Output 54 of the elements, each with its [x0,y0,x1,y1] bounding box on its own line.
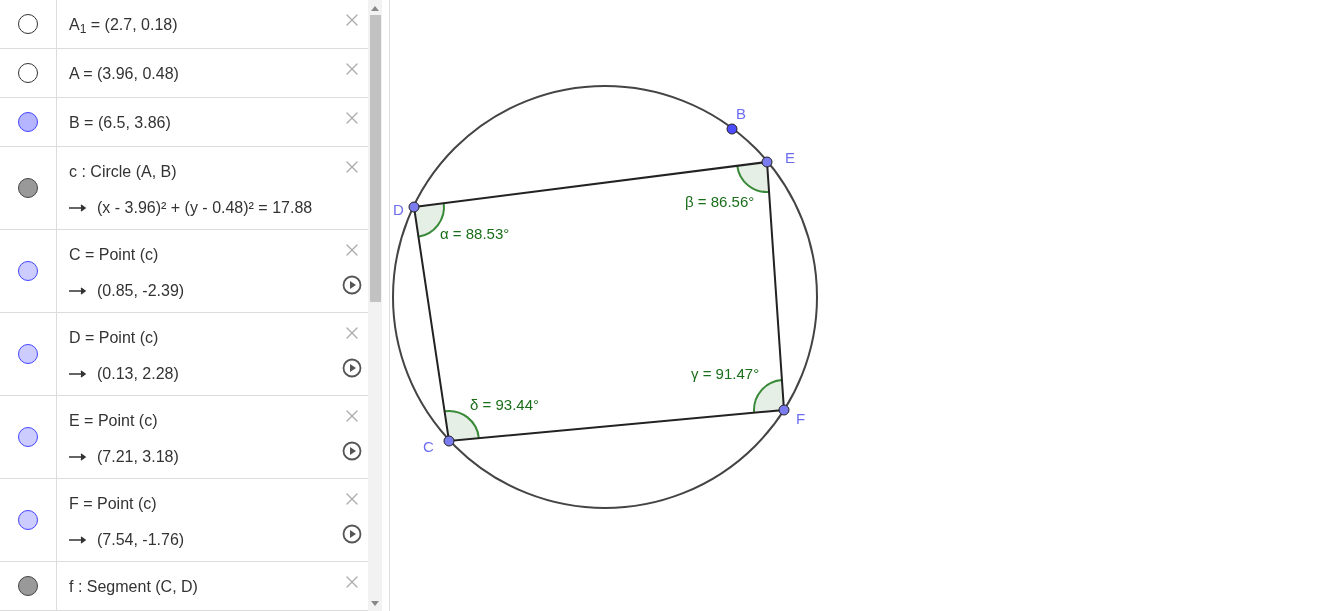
arrow-icon [69,204,87,212]
definition-text[interactable]: f : Segment (C, D) [69,575,368,599]
point-label: F [796,410,806,427]
visibility-toggle-on[interactable] [18,576,38,596]
definition-text[interactable]: A = (3.96, 0.48) [69,62,368,86]
scrollbar-thumb[interactable] [369,15,381,302]
visibility-toggle-on[interactable] [18,510,38,530]
arrow-icon [69,287,87,295]
angle-label: β = 86.56° [685,193,755,210]
definition-text[interactable]: A$_{1}$ = (2.7, 0.18) [69,13,368,37]
visibility-toggle-on[interactable] [18,427,38,447]
play-icon[interactable] [342,441,362,461]
visibility-toggle-on[interactable] [18,178,38,198]
definition-text[interactable]: c : Circle (A, B) [69,160,368,184]
definition-text[interactable]: C = Point (c) [69,243,368,267]
point[interactable] [778,404,790,416]
point[interactable] [408,201,420,213]
visibility-toggle-on[interactable] [18,261,38,281]
play-icon[interactable] [342,275,362,295]
definition-text[interactable]: E = Point (c) [69,409,368,433]
angle-label: δ = 93.44° [470,396,539,413]
point-label: E [785,149,795,166]
scrollbar[interactable] [368,0,382,611]
visibility-toggle-on[interactable] [18,112,38,132]
arrow-icon [69,536,87,544]
visibility-toggle-off[interactable] [18,14,38,34]
play-icon[interactable] [342,358,362,378]
arrow-icon [69,453,87,461]
value-text: (x - 3.96)² + (y - 0.48)² = 17.88 [97,198,313,218]
value-text: (7.21, 3.18) [97,447,179,467]
angle-label: γ = 91.47° [691,365,760,382]
graphics-canvas[interactable]: α = 88.53° β = 86.56° γ = 91.47° δ = 93.44° B E D C F [390,0,1318,611]
definition-text[interactable]: D = Point (c) [69,326,368,350]
definition-text[interactable]: B = (6.5, 3.86) [69,111,368,135]
angle-arc [443,410,480,441]
value-text: (0.85, -2.39) [97,281,185,301]
point-label: D [393,201,404,218]
scroll-down-icon[interactable] [371,601,379,606]
point-label: C [423,438,434,455]
value-text: (7.54, -1.76) [97,530,185,550]
point[interactable] [726,123,738,135]
visibility-toggle-on[interactable] [18,344,38,364]
point[interactable] [443,435,455,447]
point[interactable] [761,156,773,168]
angle-arc [753,379,784,414]
play-icon[interactable] [342,524,362,544]
value-text: (0.13, 2.28) [97,364,179,384]
definition-text[interactable]: F = Point (c) [69,492,368,516]
angle-label: α = 88.53° [440,225,510,242]
arrow-icon [69,370,87,378]
angle-arc [736,162,771,193]
point-label: B [736,105,746,122]
visibility-toggle-off[interactable] [18,63,38,83]
scroll-up-icon[interactable] [371,6,379,11]
